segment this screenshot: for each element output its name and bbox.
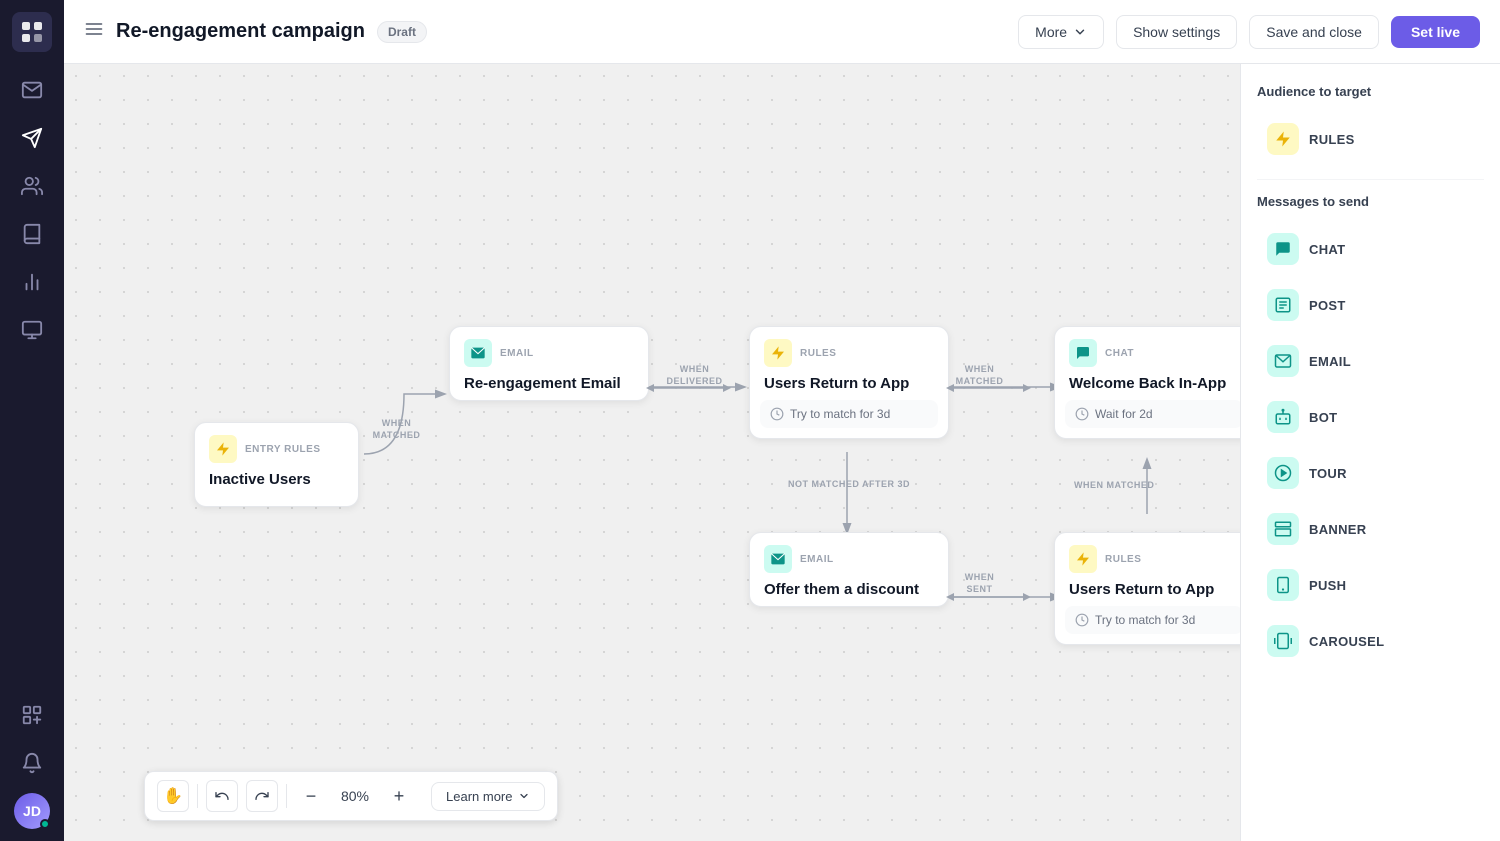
undo-button[interactable]	[206, 780, 238, 812]
rules1-type: RULES	[800, 348, 836, 359]
hand-tool-button[interactable]: ✋	[157, 780, 189, 812]
panel-bot-icon	[1267, 401, 1299, 433]
menu-icon[interactable]	[84, 19, 104, 44]
connector-when-matched-2: WHEN MATCHED	[952, 364, 1007, 387]
panel-item-tour[interactable]: TOUR	[1257, 447, 1484, 499]
panel-post-label: POST	[1309, 298, 1346, 313]
redo-button[interactable]	[246, 780, 278, 812]
chat-title: Welcome Back In-App	[1055, 375, 1240, 400]
panel-item-carousel[interactable]: CAROUSEL	[1257, 615, 1484, 667]
panel-item-push[interactable]: PUSH	[1257, 559, 1484, 611]
entry-node-icon	[209, 435, 237, 463]
content-area: ENTRY RULES Inactive Users WHEN MATCHED …	[64, 64, 1500, 841]
panel-bot-label: BOT	[1309, 410, 1337, 425]
rules2-type: RULES	[1105, 554, 1141, 565]
panel-item-banner[interactable]: BANNER	[1257, 503, 1484, 555]
flow-canvas[interactable]: ENTRY RULES Inactive Users WHEN MATCHED …	[64, 64, 1240, 841]
rules2-title: Users Return to App	[1055, 581, 1240, 606]
rules1-sub: Try to match for 3d	[760, 400, 938, 428]
zoom-level: 80%	[335, 788, 375, 804]
sidebar: JD	[0, 0, 64, 841]
avatar: JD	[14, 793, 50, 829]
email1-type: EMAIL	[500, 348, 534, 359]
app-logo[interactable]	[12, 12, 52, 52]
panel-banner-icon	[1267, 513, 1299, 545]
connector-when-matched-1: WHEN MATCHED	[369, 418, 424, 441]
chat-icon	[1069, 339, 1097, 367]
right-panel: Audience to target RULES Messages to sen…	[1240, 64, 1500, 841]
sidebar-item-notifications[interactable]	[10, 741, 54, 785]
chat-type: CHAT	[1105, 348, 1134, 359]
sidebar-bottom: JD	[10, 693, 54, 829]
messages-section-title: Messages to send	[1257, 194, 1484, 209]
connector-when-sent: WHEN SENT	[952, 572, 1007, 595]
zoom-in-button[interactable]: +	[383, 780, 415, 812]
main-content: Re-engagement campaign Draft More Show s…	[64, 0, 1500, 841]
entry-node-title: Inactive Users	[195, 471, 358, 496]
page-title: Re-engagement campaign	[116, 20, 365, 43]
email1-title: Re-engagement Email	[450, 375, 648, 400]
rules1-icon	[764, 339, 792, 367]
sidebar-item-reports[interactable]	[10, 260, 54, 304]
panel-push-label: PUSH	[1309, 578, 1346, 593]
chat-node[interactable]: CHAT Welcome Back In-App Wait for 2d	[1054, 326, 1240, 439]
panel-divider	[1257, 179, 1484, 180]
panel-item-post[interactable]: POST	[1257, 279, 1484, 331]
email2-type: EMAIL	[800, 554, 834, 565]
panel-item-bot[interactable]: BOT	[1257, 391, 1484, 443]
sidebar-item-inbox[interactable]	[10, 68, 54, 112]
email-node-1[interactable]: EMAIL Re-engagement Email	[449, 326, 649, 401]
panel-chat-label: CHAT	[1309, 242, 1345, 257]
panel-item-email[interactable]: EMAIL	[1257, 335, 1484, 387]
email1-icon	[464, 339, 492, 367]
rules1-title: Users Return to App	[750, 375, 948, 400]
email2-icon	[764, 545, 792, 573]
email2-title: Offer them a discount	[750, 581, 948, 606]
sidebar-item-apps[interactable]	[10, 693, 54, 737]
panel-rules-label: RULES	[1309, 132, 1355, 147]
status-badge: Draft	[377, 21, 427, 43]
toolbar-divider-2	[286, 784, 287, 808]
audience-section-title: Audience to target	[1257, 84, 1484, 99]
sidebar-item-contacts[interactable]	[10, 164, 54, 208]
panel-tour-icon	[1267, 457, 1299, 489]
email-node-2[interactable]: EMAIL Offer them a discount	[749, 532, 949, 607]
rules-node-1[interactable]: RULES Users Return to App Try to match f…	[749, 326, 949, 439]
panel-item-rules-audience[interactable]: RULES	[1257, 113, 1484, 165]
panel-email-icon	[1267, 345, 1299, 377]
rules2-icon	[1069, 545, 1097, 573]
panel-push-icon	[1267, 569, 1299, 601]
save-close-button[interactable]: Save and close	[1249, 15, 1379, 49]
user-avatar-container[interactable]: JD	[10, 793, 54, 829]
toolbar-divider-1	[197, 784, 198, 808]
entry-node[interactable]: ENTRY RULES Inactive Users	[194, 422, 359, 507]
set-live-button[interactable]: Set live	[1391, 16, 1480, 48]
sidebar-item-campaigns[interactable]	[10, 116, 54, 160]
panel-banner-label: BANNER	[1309, 522, 1366, 537]
bottom-toolbar: ✋ − 80% + Learn more	[144, 771, 558, 821]
panel-tour-label: TOUR	[1309, 466, 1347, 481]
zoom-out-button[interactable]: −	[295, 780, 327, 812]
header: Re-engagement campaign Draft More Show s…	[64, 0, 1500, 64]
panel-carousel-icon	[1267, 625, 1299, 657]
connector-when-delivered: WHEN DELIVERED	[652, 364, 737, 387]
panel-carousel-label: CAROUSEL	[1309, 634, 1384, 649]
entry-node-type: ENTRY RULES	[245, 444, 321, 455]
panel-item-chat[interactable]: CHAT	[1257, 223, 1484, 275]
online-indicator	[40, 819, 50, 829]
panel-email-label: EMAIL	[1309, 354, 1351, 369]
connector-when-matched-3: WHEN MATCHED	[1074, 480, 1149, 492]
panel-chat-icon	[1267, 233, 1299, 265]
more-button[interactable]: More	[1018, 15, 1104, 49]
chat-sub: Wait for 2d	[1065, 400, 1240, 428]
panel-rules-icon	[1267, 123, 1299, 155]
rules-node-2[interactable]: RULES Users Return to App Try to match f…	[1054, 532, 1240, 645]
sidebar-item-tickets[interactable]	[10, 308, 54, 352]
learn-more-button[interactable]: Learn more	[431, 782, 545, 811]
sidebar-item-knowledge[interactable]	[10, 212, 54, 256]
connector-not-matched: NOT MATCHED AFTER 3D	[754, 479, 944, 489]
show-settings-button[interactable]: Show settings	[1116, 15, 1237, 49]
panel-post-icon	[1267, 289, 1299, 321]
rules2-sub: Try to match for 3d	[1065, 606, 1240, 634]
